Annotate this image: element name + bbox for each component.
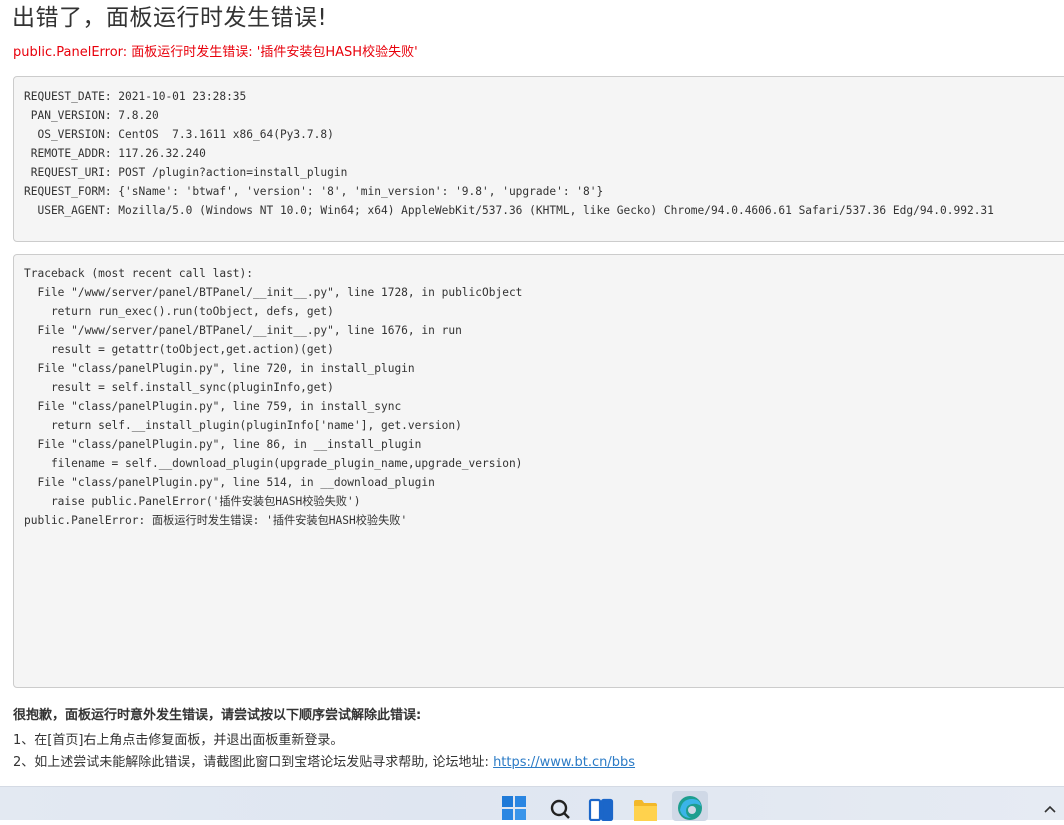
search-icon[interactable] — [547, 795, 573, 821]
edge-browser-icon[interactable] — [672, 791, 708, 821]
task-view-icon[interactable] — [588, 795, 614, 822]
os-version-row: OS_VERSION: CentOS 7.3.1611 x86_64(Py3.7… — [24, 128, 334, 141]
request-uri-row: REQUEST_URI: POST /plugin?action=install… — [24, 166, 348, 179]
taskbar — [0, 786, 1064, 822]
traceback-line: return run_exec().run(toObject, defs, ge… — [24, 305, 334, 318]
traceback-line: File "class/panelPlugin.py", line 759, i… — [24, 400, 402, 413]
traceback-line: raise public.PanelError('插件安装包HASH校验失败') — [24, 495, 361, 508]
help-step-1: 1、在[首页]右上角点击修复面板，并退出面板重新登录。 — [13, 733, 344, 748]
page-title: 出错了，面板运行时发生错误! — [12, 5, 328, 31]
traceback-text: Traceback (most recent call last): File … — [24, 264, 522, 530]
traceback-line: File "/www/server/panel/BTPanel/__init__… — [24, 286, 523, 299]
traceback-line: File "/www/server/panel/BTPanel/__init__… — [24, 324, 462, 337]
traceback-line: File "class/panelPlugin.py", line 86, in… — [24, 438, 422, 451]
traceback-box: Traceback (most recent call last): File … — [13, 254, 1064, 688]
request-form-row: REQUEST_FORM: {'sName': 'btwaf', 'versio… — [24, 185, 604, 198]
request-info-box: REQUEST_DATE: 2021-10-01 23:28:35 PAN_VE… — [13, 76, 1064, 242]
remote-addr-row: REMOTE_ADDR: 117.26.32.240 — [24, 147, 206, 160]
traceback-line: return self.__install_plugin(pluginInfo[… — [24, 419, 462, 432]
traceback-line: Traceback (most recent call last): — [24, 267, 254, 280]
chevron-up-icon[interactable] — [1044, 799, 1056, 818]
help-heading: 很抱歉，面板运行时意外发生错误，请尝试按以下顺序尝试解除此错误: — [13, 708, 422, 723]
windows-start-icon[interactable] — [501, 795, 527, 821]
request-info-text: REQUEST_DATE: 2021-10-01 23:28:35 PAN_VE… — [24, 87, 994, 220]
help-step-2: 2、如上述尝试未能解除此错误，请截图此窗口到宝塔论坛发贴寻求帮助, 论坛地址: … — [13, 753, 635, 773]
pan-version-row: PAN_VERSION: 7.8.20 — [24, 109, 159, 122]
error-message: public.PanelError: 面板运行时发生错误: '插件安装包HASH… — [13, 45, 418, 60]
forum-link[interactable]: https://www.bt.cn/bbs — [493, 755, 635, 770]
help-step-2-text: 2、如上述尝试未能解除此错误，请截图此窗口到宝塔论坛发贴寻求帮助, 论坛地址: — [13, 755, 494, 770]
traceback-line: File "class/panelPlugin.py", line 720, i… — [24, 362, 415, 375]
traceback-line: result = getattr(toObject,get.action)(ge… — [24, 343, 334, 356]
traceback-line: File "class/panelPlugin.py", line 514, i… — [24, 476, 435, 489]
traceback-line: public.PanelError: 面板运行时发生错误: '插件安装包HASH… — [24, 514, 408, 527]
file-explorer-icon[interactable] — [632, 795, 658, 821]
traceback-line: result = self.install_sync(pluginInfo,ge… — [24, 381, 334, 394]
request-date-row: REQUEST_DATE: 2021-10-01 23:28:35 — [24, 90, 247, 103]
traceback-line: filename = self.__download_plugin(upgrad… — [24, 457, 523, 470]
user-agent-row: USER_AGENT: Mozilla/5.0 (Windows NT 10.0… — [24, 204, 994, 217]
